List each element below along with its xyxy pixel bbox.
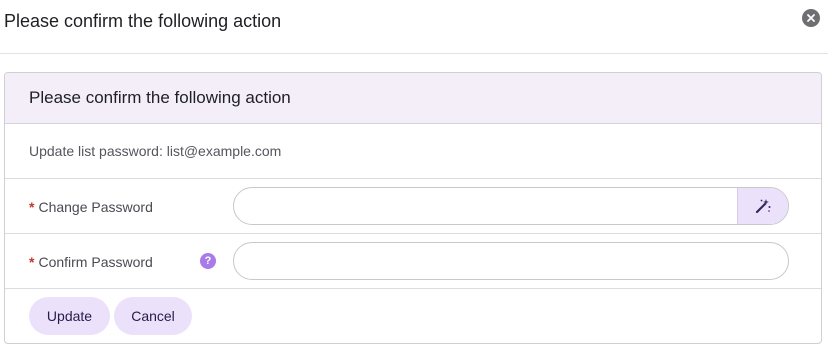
action-description: Update list password: list@example.com [29, 143, 282, 159]
confirm-panel: Please confirm the following action Upda… [4, 72, 822, 344]
change-password-input[interactable] [234, 188, 738, 224]
update-button[interactable]: Update [29, 297, 110, 335]
change-password-label-text: Change Password [38, 199, 153, 215]
magic-wand-icon [755, 199, 771, 214]
close-icon [807, 14, 815, 22]
required-marker: * [29, 199, 35, 215]
description-row: Update list password: list@example.com [5, 124, 821, 179]
panel-title: Please confirm the following action [29, 88, 291, 107]
generate-password-button[interactable] [737, 188, 788, 224]
confirm-password-label-text: Confirm Password [38, 254, 153, 270]
panel-header: Please confirm the following action [5, 73, 821, 124]
confirm-password-input-group [233, 242, 789, 280]
actions-row: Update Cancel [5, 289, 821, 343]
help-icon[interactable]: ? [200, 253, 216, 269]
cancel-button[interactable]: Cancel [114, 297, 192, 335]
confirm-password-row: * Confirm Password ? [5, 234, 821, 289]
required-marker: * [29, 254, 35, 270]
change-password-input-group [233, 187, 789, 225]
close-button[interactable] [802, 9, 820, 27]
confirm-password-label: * Confirm Password [29, 254, 153, 270]
dialog-title: Please confirm the following action [4, 11, 282, 31]
dialog-header: Please confirm the following action [0, 0, 828, 54]
change-password-label: * Change Password [29, 199, 153, 215]
confirm-password-input[interactable] [234, 243, 788, 279]
change-password-row: * Change Password [5, 179, 821, 234]
confirm-dialog: Please confirm the following action Plea… [0, 0, 828, 349]
